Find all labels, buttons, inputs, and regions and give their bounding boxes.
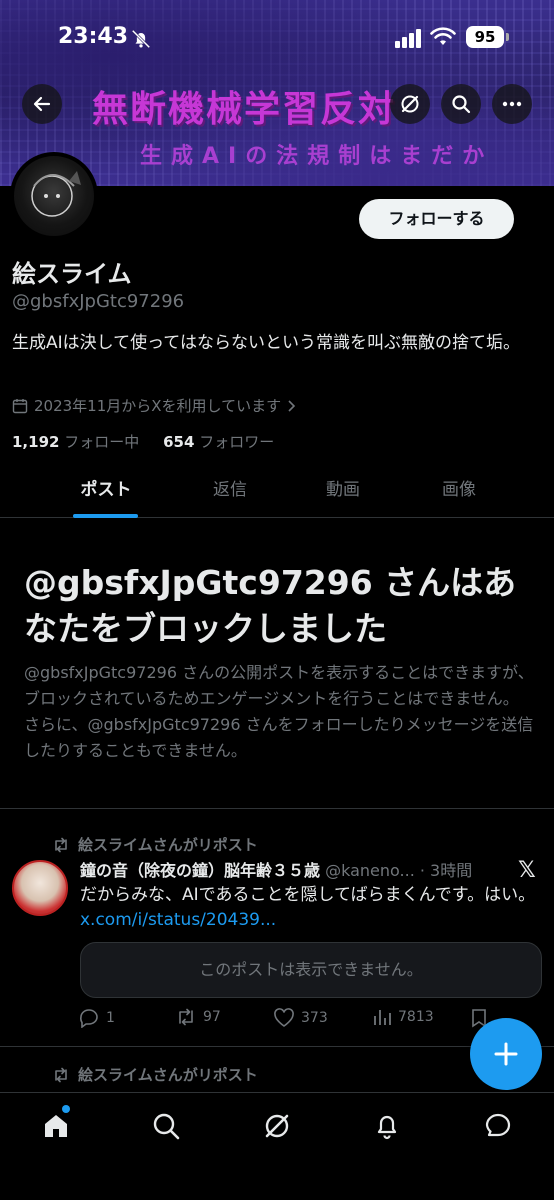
retweet-button[interactable]: 97: [175, 1008, 221, 1026]
status-time: 23:43: [58, 24, 129, 49]
blocked-title: @gbsfxJpGtc97296 さんはあなたをブロックしました: [24, 563, 517, 648]
post-text: だからみな、AIであることを隠してばらまくんです。はい。: [80, 885, 536, 905]
post-actions: 1 97 373 7813: [78, 1008, 498, 1032]
profile-page: 無断機械学習反対 生成AIの法規制はまだか 23:43 95 フォローする 絵ス…: [0, 0, 554, 1200]
followers-link[interactable]: 654 フォロワー: [163, 433, 274, 451]
x-logo-icon: 𝕏: [518, 858, 536, 883]
views-button[interactable]: 7813: [372, 1008, 434, 1026]
analytics-icon: [374, 1010, 391, 1025]
post-handle-time: @kaneno... · 3時間: [325, 861, 473, 880]
quote-unavailable: このポストは表示できません。: [80, 942, 542, 998]
reply-button[interactable]: 1: [78, 1008, 115, 1028]
heart-icon: [274, 1008, 294, 1027]
repost-icon: [179, 1008, 193, 1026]
search-icon[interactable]: [151, 1111, 181, 1141]
wifi-icon: [430, 27, 456, 45]
like-count: 373: [301, 1010, 328, 1026]
tab-videos[interactable]: 動画: [283, 466, 403, 518]
joined-date[interactable]: 2023年11月からXを利用しています: [12, 395, 297, 416]
following-label: フォロー中: [64, 433, 140, 451]
post-header: 鐘の音（除夜の鐘）脳年齢３５歳 @kaneno... · 3時間: [80, 857, 510, 881]
profile-handle: @gbsfxJpGtc97296: [12, 291, 185, 312]
repost-count: 97: [203, 1009, 221, 1025]
tab-replies[interactable]: 返信: [170, 466, 290, 518]
status-bar: 23:43 95: [0, 20, 554, 56]
blocked-description: @gbsfxJpGtc97296 さんの公開ポストを表示することはできますが、ブ…: [24, 663, 534, 760]
profile-bio: 生成AIは決して使ってはならないという常識を叫ぶ無敵の捨て垢。: [12, 333, 520, 353]
battery-cap: [506, 33, 509, 41]
more-dots-icon: [502, 101, 522, 107]
post-author-name[interactable]: 鐘の音（除夜の鐘）脳年齢３５歳: [80, 861, 320, 880]
repost-icon: [55, 837, 67, 852]
repost-label: 絵スライムさんがリポスト: [78, 836, 258, 854]
following-link[interactable]: 1,192 フォロー中: [12, 433, 139, 451]
profile-name: 絵スライム: [12, 260, 132, 288]
tab-images[interactable]: 画像: [399, 466, 519, 518]
calendar-icon: [12, 398, 28, 413]
banner-subtitle: 生成AIの法規制はまだか: [140, 144, 494, 169]
repost-icon: [55, 1067, 67, 1082]
post-link[interactable]: x.com/i/status/20439...: [80, 910, 276, 930]
followers-label: フォロワー: [199, 433, 275, 451]
joined-text: 2023年11月からXを利用しています: [34, 397, 282, 415]
post-body[interactable]: だからみな、AIであることを隠してばらまくんです。はい。 x.com/i/sta…: [80, 883, 540, 933]
grok-button[interactable]: [390, 84, 430, 124]
like-button[interactable]: 373: [273, 1008, 328, 1028]
grok-icon[interactable]: [262, 1111, 292, 1141]
bottom-nav: [0, 1092, 554, 1200]
more-button[interactable]: [492, 84, 532, 124]
search-icon: [452, 95, 471, 114]
signal-icon: [395, 29, 421, 48]
followers-count: 654: [163, 433, 195, 451]
avatar-illustration: [31, 171, 81, 217]
repost-indicator[interactable]: 絵スライムさんがリポスト: [52, 834, 258, 855]
follow-stats: 1,192 フォロー中 654 フォロワー: [12, 431, 274, 452]
active-tab-indicator: [73, 514, 138, 518]
follow-button[interactable]: フォローする: [359, 199, 514, 239]
view-count: 7813: [398, 1009, 434, 1025]
reply-count: 1: [106, 1010, 115, 1026]
bell-off-icon: [131, 29, 151, 49]
banner-title: 無断機械学習反対: [92, 89, 397, 130]
divider: [0, 808, 554, 809]
grok-icon: [401, 95, 419, 113]
following-count: 1,192: [12, 433, 60, 451]
reply-icon: [80, 1009, 98, 1028]
post-author-avatar[interactable]: [12, 860, 68, 916]
chevron-right-icon: [288, 399, 296, 412]
home-icon[interactable]: [41, 1111, 71, 1141]
compose-button[interactable]: [470, 1018, 542, 1090]
repost-indicator[interactable]: 絵スライムさんがリポスト: [52, 1064, 258, 1085]
plus-icon: [494, 1042, 518, 1066]
notification-dot: [62, 1105, 70, 1113]
back-button[interactable]: [22, 84, 62, 124]
repost-label: 絵スライムさんがリポスト: [78, 1066, 258, 1084]
profile-avatar[interactable]: [10, 152, 98, 240]
search-button[interactable]: [441, 84, 481, 124]
back-arrow-icon: [33, 96, 51, 112]
tab-posts[interactable]: ポスト: [46, 466, 166, 518]
profile-tabs: ポスト 返信 動画 画像: [0, 466, 554, 518]
battery-indicator: 95: [466, 26, 504, 48]
messages-icon[interactable]: [483, 1111, 513, 1141]
notifications-icon[interactable]: [372, 1111, 402, 1141]
